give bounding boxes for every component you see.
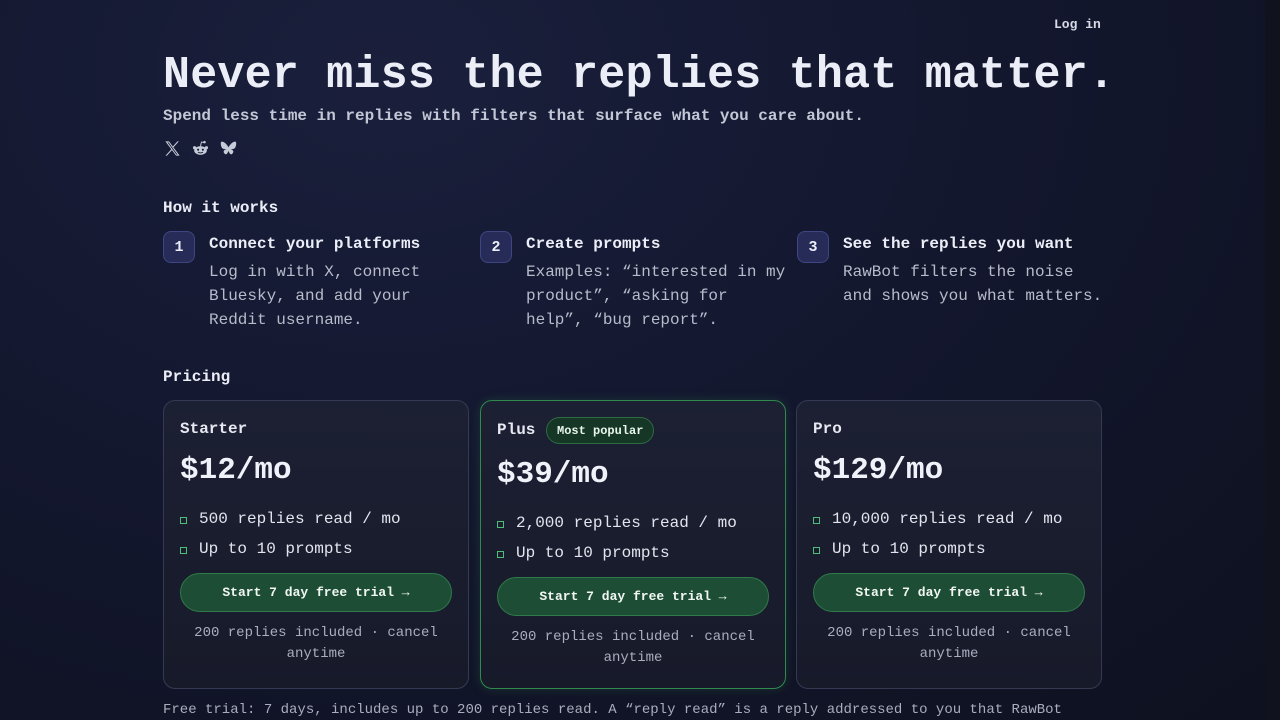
step-title: Connect your platforms	[209, 235, 421, 253]
plan-name: Plus	[497, 421, 536, 439]
plan-note: 200 replies included · cancel anytime	[827, 625, 1071, 662]
plan-note: 200 replies included · cancel anytime	[511, 629, 755, 666]
hero-title: Never miss the replies that matter.	[163, 50, 1116, 101]
bullet-icon	[813, 517, 820, 524]
step-number: 2	[480, 231, 512, 263]
social-links	[163, 139, 238, 158]
plan-feature-label: Up to 10 prompts	[199, 540, 353, 558]
plan-feature: Up to 10 prompts	[497, 544, 670, 562]
start-trial-button[interactable]: Start 7 day free trial →	[180, 573, 452, 612]
plan-card-pro: Pro $129/mo 10,000 replies read / mo Up …	[796, 400, 1102, 689]
login-link[interactable]: Log in	[1054, 17, 1101, 32]
plan-name: Starter	[180, 420, 248, 438]
reddit-icon[interactable]	[191, 139, 210, 158]
bluesky-icon[interactable]	[219, 139, 238, 158]
plan-feature-label: 2,000 replies read / mo	[516, 514, 737, 532]
scrollbar[interactable]	[1265, 0, 1280, 720]
plan-feature: Up to 10 prompts	[813, 540, 986, 558]
how-it-works-heading: How it works	[163, 199, 279, 217]
bullet-icon	[180, 517, 187, 524]
plan-feature: 2,000 replies read / mo	[497, 514, 737, 532]
step-body: Log in with X, connect Bluesky, and add …	[209, 263, 421, 329]
plan-feature: 10,000 replies read / mo	[813, 510, 1062, 528]
plan-feature-label: Up to 10 prompts	[832, 540, 986, 558]
bullet-icon	[813, 547, 820, 554]
bullet-icon	[497, 521, 504, 528]
hero-subtitle: Spend less time in replies with filters …	[163, 107, 864, 125]
plan-price: $39/mo	[497, 457, 609, 492]
x-icon[interactable]	[163, 139, 182, 158]
start-trial-button[interactable]: Start 7 day free trial →	[497, 577, 769, 616]
step-body: RawBot filters the noise and shows you w…	[843, 263, 1103, 305]
plan-feature: 500 replies read / mo	[180, 510, 401, 528]
step-number: 1	[163, 231, 195, 263]
plan-price: $12/mo	[180, 453, 292, 488]
plan-feature-label: Up to 10 prompts	[516, 544, 670, 562]
step-body: Examples: “interested in my product”, “a…	[526, 263, 786, 329]
start-trial-button[interactable]: Start 7 day free trial →	[813, 573, 1085, 612]
most-popular-badge: Most popular	[546, 417, 655, 444]
plan-feature: Up to 10 prompts	[180, 540, 353, 558]
bullet-icon	[180, 547, 187, 554]
plan-card-plus: Plus Most popular $39/mo 2,000 replies r…	[480, 400, 786, 689]
plan-card-starter: Starter $12/mo 500 replies read / mo Up …	[163, 400, 469, 689]
step-title: See the replies you want	[843, 235, 1074, 253]
bullet-icon	[497, 551, 504, 558]
pricing-footnote: Free trial: 7 days, includes up to 200 r…	[163, 702, 1062, 718]
step-title: Create prompts	[526, 235, 661, 253]
plan-note: 200 replies included · cancel anytime	[194, 625, 438, 662]
pricing-heading: Pricing	[163, 368, 231, 386]
step-number: 3	[797, 231, 829, 263]
plan-feature-label: 500 replies read / mo	[199, 510, 401, 528]
plan-name: Pro	[813, 420, 842, 438]
plan-price: $129/mo	[813, 453, 944, 488]
plan-feature-label: 10,000 replies read / mo	[832, 510, 1063, 528]
